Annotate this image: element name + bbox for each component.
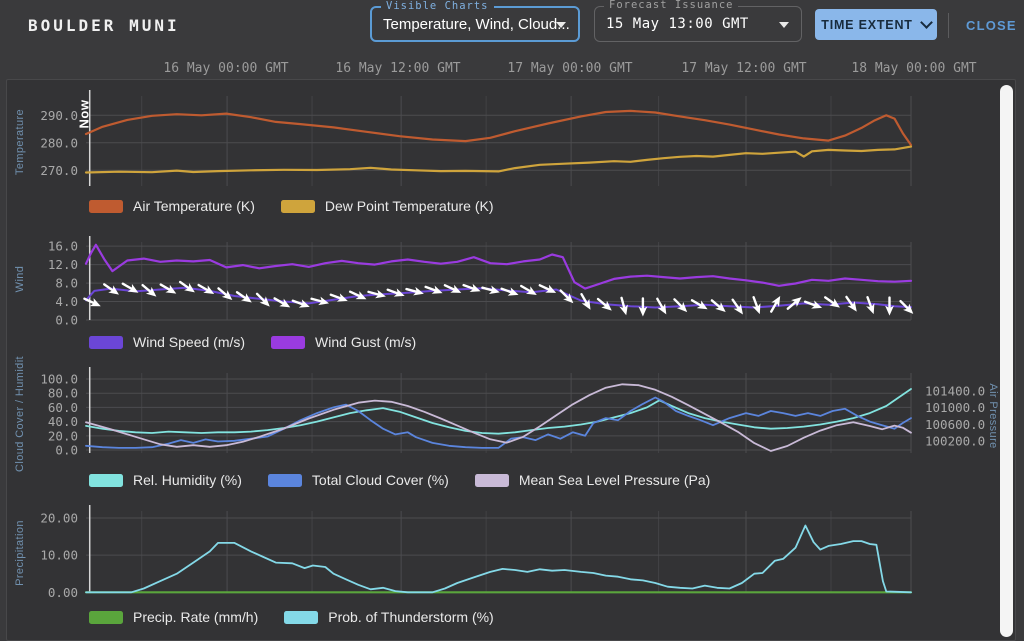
vertical-scrollbar[interactable]	[1000, 85, 1013, 637]
svg-text:20.00: 20.00	[40, 511, 78, 526]
temperature-chart: 290.0 280.0 270.0	[7, 87, 1003, 197]
cloud-humidity-chart: 100.080.060.040.020.00.0 101400.0101000.0…	[7, 365, 1003, 463]
svg-text:16.0: 16.0	[48, 239, 78, 254]
rel-humidity-swatch	[89, 474, 123, 487]
precipitation-chart: 20.00 10.00 0.00	[7, 503, 1003, 601]
temperature-axis-label: Temperature	[14, 109, 26, 175]
svg-text:8.0: 8.0	[55, 276, 78, 291]
svg-text:4.0: 4.0	[55, 294, 78, 309]
visible-charts-select[interactable]: Visible Charts Temperature, Wind, Cloud.…	[370, 6, 580, 42]
chart-panel: 290.0 280.0 270.0 Temperature Now Air Temp…	[6, 79, 1016, 641]
legend-item: Precip. Rate (mm/h)	[89, 609, 258, 625]
legend-label: Rel. Humidity (%)	[133, 472, 242, 488]
time-tick-label: 16 May 12:00 GMT	[303, 61, 493, 76]
svg-text:60.0: 60.0	[48, 400, 78, 415]
cloud-humidity-legend: Rel. Humidity (%) Total Cloud Cover (%) …	[89, 472, 710, 488]
close-button[interactable]: CLOSE	[966, 18, 1017, 33]
precipitation-legend: Precip. Rate (mm/h) Prob. of Thunderstor…	[89, 609, 494, 625]
now-label: Now	[77, 100, 92, 129]
svg-text:290.0: 290.0	[40, 108, 78, 123]
wind-chart: 16.0 12.0 8.0 4.0 0.0	[7, 229, 1003, 331]
svg-text:0.00: 0.00	[48, 585, 78, 600]
station-title: BOULDER MUNI	[28, 16, 180, 35]
time-tick-label: 17 May 12:00 GMT	[649, 61, 839, 76]
legend-item: Rel. Humidity (%)	[89, 472, 242, 488]
svg-text:280.0: 280.0	[40, 135, 78, 150]
time-axis: 16 May 00:00 GMT 16 May 12:00 GMT 17 May…	[0, 61, 1024, 77]
legend-item: Mean Sea Level Pressure (Pa)	[475, 472, 710, 488]
legend-item: Dew Point Temperature (K)	[281, 198, 494, 214]
legend-item: Wind Speed (m/s)	[89, 334, 245, 350]
time-extent-label: TIME EXTENT	[821, 18, 912, 32]
chevron-down-icon	[556, 22, 566, 28]
svg-text:80.0: 80.0	[48, 386, 78, 401]
svg-text:20.0: 20.0	[48, 428, 78, 443]
legend-item: Air Temperature (K)	[89, 198, 255, 214]
svg-text:270.0: 270.0	[40, 163, 78, 178]
cloud-humidity-axis-label: Cloud Cover / Humidit	[14, 356, 26, 472]
header: BOULDER MUNI Visible Charts Temperature,…	[0, 0, 1024, 52]
svg-text:10.00: 10.00	[40, 548, 78, 563]
svg-text:40.0: 40.0	[48, 414, 78, 429]
temperature-legend: Air Temperature (K) Dew Point Temperatur…	[89, 198, 494, 214]
svg-text:101400.0: 101400.0	[925, 384, 985, 399]
time-tick-label: 18 May 00:00 GMT	[819, 61, 1009, 76]
air-temperature-swatch	[89, 200, 123, 213]
time-extent-button[interactable]: TIME EXTENT	[815, 9, 937, 40]
time-tick-label: 16 May 00:00 GMT	[131, 61, 321, 76]
dew-point-swatch	[281, 200, 315, 213]
legend-item: Prob. of Thunderstorm (%)	[284, 609, 493, 625]
forecast-issuance-select[interactable]: Forecast Issuance 15 May 13:00 GMT	[594, 6, 802, 42]
time-tick-label: 17 May 00:00 GMT	[475, 61, 665, 76]
svg-text:0.0: 0.0	[55, 313, 78, 328]
svg-text:101000.0: 101000.0	[925, 400, 985, 415]
wind-legend: Wind Speed (m/s) Wind Gust (m/s)	[89, 334, 416, 350]
svg-text:100200.0: 100200.0	[925, 434, 985, 449]
total-cloud-cover-swatch	[268, 474, 302, 487]
legend-label: Dew Point Temperature (K)	[325, 198, 494, 214]
chevron-down-icon	[920, 16, 933, 29]
legend-label: Wind Gust (m/s)	[315, 334, 416, 350]
legend-label: Total Cloud Cover (%)	[312, 472, 449, 488]
forecast-issuance-value: 15 May 13:00 GMT	[606, 7, 749, 41]
thunderstorm-swatch	[284, 611, 318, 624]
wind-speed-swatch	[89, 336, 123, 349]
visible-charts-value: Temperature, Wind, Cloud...	[383, 8, 570, 40]
mslp-swatch	[475, 474, 509, 487]
header-divider	[948, 13, 949, 38]
legend-label: Air Temperature (K)	[133, 198, 255, 214]
wind-gust-swatch	[271, 336, 305, 349]
precip-rate-swatch	[89, 611, 123, 624]
legend-item: Wind Gust (m/s)	[271, 334, 416, 350]
chevron-down-icon	[779, 22, 789, 28]
legend-label: Prob. of Thunderstorm (%)	[328, 609, 493, 625]
svg-text:12.0: 12.0	[48, 257, 78, 272]
precipitation-axis-label: Precipitation	[14, 520, 26, 586]
air-pressure-axis-label: Air Pressure	[987, 383, 999, 448]
legend-item: Total Cloud Cover (%)	[268, 472, 449, 488]
svg-text:0.0: 0.0	[55, 443, 78, 458]
wind-axis-label: Wind	[14, 266, 26, 293]
legend-label: Precip. Rate (mm/h)	[133, 609, 258, 625]
svg-text:100.0: 100.0	[40, 372, 78, 387]
legend-label: Wind Speed (m/s)	[133, 334, 245, 350]
legend-label: Mean Sea Level Pressure (Pa)	[519, 472, 710, 488]
svg-text:100600.0: 100600.0	[925, 417, 985, 432]
